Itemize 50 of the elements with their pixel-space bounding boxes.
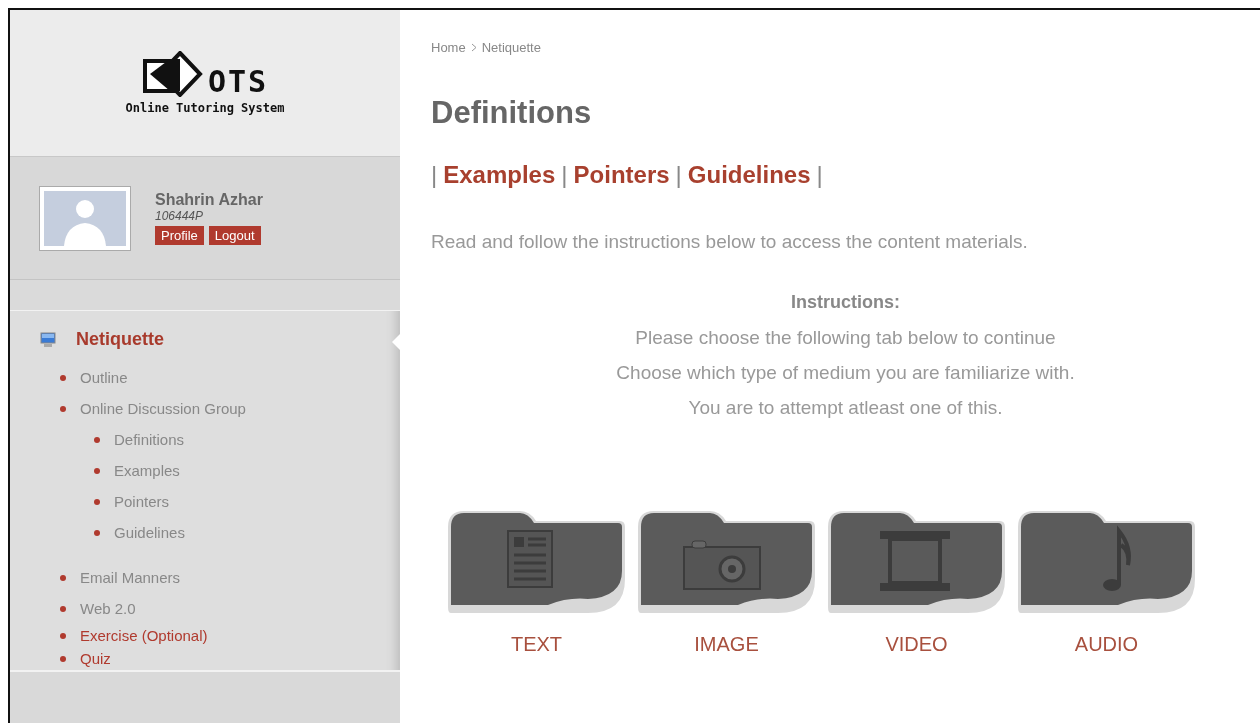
- nav-link[interactable]: Web 2.0: [80, 600, 136, 617]
- separator: |: [675, 161, 682, 189]
- section-link[interactable]: Guidelines: [687, 161, 811, 189]
- bullet-icon: [60, 632, 66, 639]
- instruction-line: Choose which type of medium you are familiarize with.: [616, 361, 1075, 385]
- bullet-icon: [94, 529, 100, 536]
- breadcrumb-link[interactable]: Home: [431, 40, 466, 55]
- intro-text: Read and follow the instructions below to access the content materials.: [431, 231, 1029, 253]
- nav-link[interactable]: Pointers: [114, 493, 170, 510]
- instruction-line: Please choose the following tab below to continue: [635, 326, 1056, 350]
- bullet-icon: [60, 574, 66, 581]
- separator: |: [816, 161, 823, 189]
- instructions-heading: Instructions:: [791, 291, 900, 314]
- pointer-notch-icon: [392, 334, 400, 350]
- instruction-line: You are to attempt atleast one of this.: [688, 396, 1003, 420]
- breadcrumb-link[interactable]: Netiquette: [481, 40, 541, 55]
- media-label[interactable]: TEXT: [510, 633, 563, 656]
- user-id: 106444P: [155, 209, 205, 223]
- media-label[interactable]: AUDIO: [1074, 633, 1139, 656]
- nav-link[interactable]: Online Discussion Group: [80, 400, 246, 417]
- bullet-icon: [60, 655, 66, 662]
- media-label[interactable]: VIDEO: [885, 633, 948, 656]
- nav-link[interactable]: Definitions: [114, 431, 185, 448]
- bullet-icon: [60, 405, 66, 412]
- section-link[interactable]: Examples: [443, 161, 556, 189]
- chevron-icon: [470, 43, 477, 52]
- bullet-icon: [94, 436, 100, 443]
- bullet-icon: [60, 374, 66, 381]
- nav-link[interactable]: Examples: [114, 462, 180, 479]
- media-label[interactable]: IMAGE: [694, 633, 759, 656]
- bullet-icon: [94, 498, 100, 505]
- bullet-icon: [94, 467, 100, 474]
- logo-text: OTS: [207, 67, 269, 97]
- section-title: Netiquette: [76, 329, 164, 350]
- page-title: Definitions: [431, 95, 593, 131]
- separator: |: [431, 161, 438, 189]
- nav-link[interactable]: Exercise (Optional): [80, 627, 208, 644]
- profile-button[interactable]: Profile: [155, 226, 204, 245]
- nav-link[interactable]: Quiz: [80, 650, 111, 667]
- logo-tagline: Online Tutoring System: [125, 101, 285, 115]
- bullet-icon: [60, 605, 66, 612]
- nav-link[interactable]: Outline: [80, 369, 128, 386]
- user-name: Shahrin Azhar: [155, 191, 263, 209]
- monitor-icon: [40, 331, 56, 348]
- avatar-icon: [39, 185, 131, 251]
- logout-button[interactable]: Logout: [208, 226, 261, 245]
- separator: |: [561, 161, 568, 189]
- nav-link[interactable]: Email Manners: [80, 569, 181, 586]
- section-link[interactable]: Pointers: [573, 161, 670, 189]
- nav-link[interactable]: Guidelines: [114, 524, 185, 541]
